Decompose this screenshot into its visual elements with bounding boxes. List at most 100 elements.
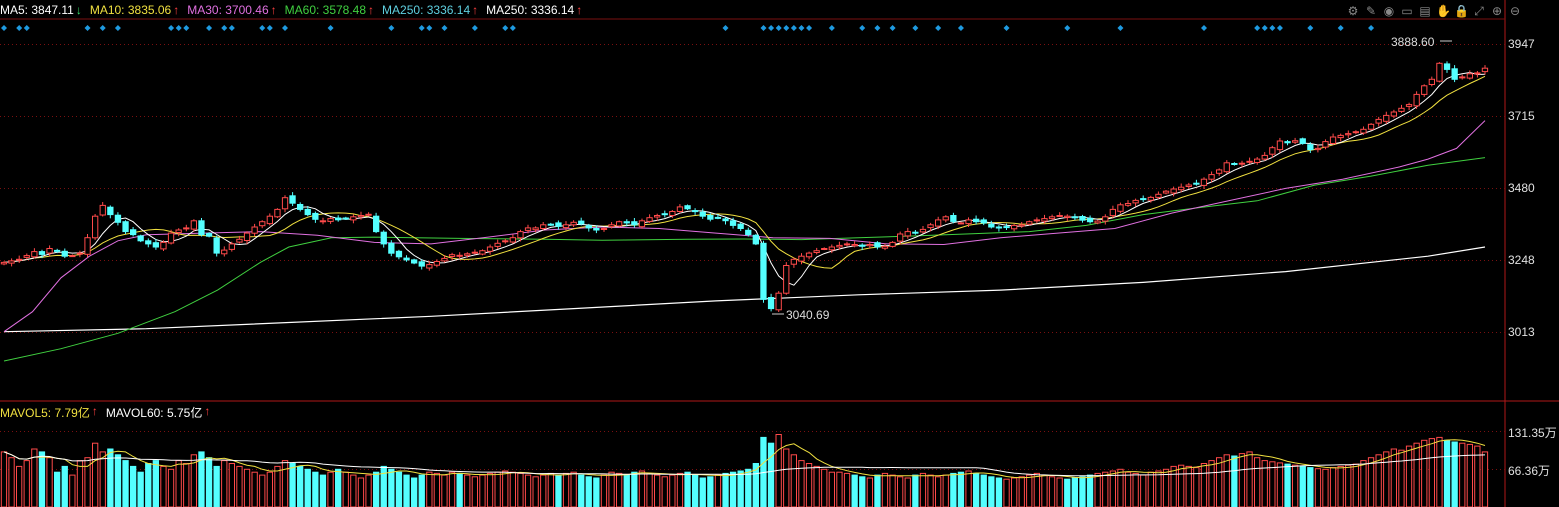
pencil-icon[interactable]: ✎ [1364, 4, 1378, 18]
volume-bar [1200, 463, 1208, 507]
volume-bar [578, 474, 585, 507]
signal-diamond [874, 25, 881, 31]
volume-bar [1481, 451, 1489, 507]
candle-body [988, 223, 995, 228]
volume-bar [1026, 474, 1033, 507]
volume-bar [1360, 460, 1367, 507]
volume-bar [1094, 472, 1101, 507]
volume-bar [912, 474, 919, 507]
volume-bar [1048, 476, 1056, 507]
volume-bar [1216, 457, 1223, 507]
candle-body [965, 219, 972, 225]
candle-body [1436, 62, 1443, 82]
candle-body [327, 218, 334, 222]
candle-body [1466, 73, 1473, 79]
candle-body [1079, 216, 1086, 221]
signal-diamond [889, 25, 896, 31]
signal-diamond [1, 25, 7, 31]
candle-body [1185, 184, 1192, 187]
ma-legend-label: MA30: 3700.46 [187, 3, 269, 17]
calendar-icon[interactable]: ▤ [1418, 4, 1432, 18]
ma250-line [3, 246, 1486, 333]
candle-body [1254, 158, 1261, 164]
volume-bar [54, 471, 61, 507]
volume-bar [494, 471, 501, 507]
candle-body [1299, 138, 1306, 144]
candlestick-chart[interactable] [0, 0, 1559, 507]
eye-icon[interactable]: ◉ [1382, 4, 1396, 18]
candle-body [1208, 174, 1215, 180]
hand-icon[interactable]: ✋ [1436, 4, 1451, 18]
signal-diamond [798, 25, 805, 31]
candle-body [600, 228, 608, 230]
candle-body [593, 228, 600, 231]
signal-diamond [259, 25, 266, 31]
zoom-out-icon[interactable]: ⊖ [1508, 4, 1522, 18]
signal-diamond [806, 25, 813, 31]
candle-body [699, 211, 706, 217]
ma-legend-item: MA5: 3847.11 ↓ [0, 3, 82, 19]
candle-body [1360, 128, 1367, 134]
fullscreen-icon[interactable]: ⤢ [1472, 4, 1486, 18]
volume-bar [1292, 464, 1299, 507]
candle-body [342, 217, 349, 220]
volume-bar [957, 471, 965, 507]
zoom-in-icon[interactable]: ⊕ [1490, 4, 1504, 18]
volume-bar [38, 451, 46, 507]
candle-body [532, 227, 539, 231]
candle-body [623, 221, 630, 224]
lock-icon[interactable]: 🔒 [1454, 4, 1469, 18]
candle-body [1443, 63, 1451, 70]
volume-bar [228, 463, 235, 507]
volume-bar [1398, 449, 1405, 507]
candle-body [540, 224, 547, 230]
volume-bar [274, 465, 281, 507]
volume-bar [722, 472, 729, 507]
volume-bar [1132, 472, 1139, 507]
candle-body [631, 221, 638, 226]
volume-bar [365, 474, 372, 507]
candle-body [1367, 123, 1375, 130]
ma-legend-label: MA10: 3835.06 [89, 3, 172, 17]
volume-bar [479, 474, 486, 507]
volume-bar [684, 471, 691, 507]
signal-diamond [957, 25, 964, 31]
candle-body [760, 242, 767, 300]
volume-bar [1071, 477, 1078, 507]
volume-bar [357, 477, 365, 507]
price-tick-label: 3013 [1508, 324, 1535, 339]
volume-bar [547, 472, 555, 507]
chart-toolbar: ⚙ ✎ ◉ ▭ ▤ ✋ 🔒 ⤢ ⊕ ⊖ [1346, 4, 1522, 18]
volume-bar [281, 460, 289, 507]
vol-legend-label: MAVOL5: 7.79亿 [0, 406, 90, 420]
volume-bar [745, 468, 752, 507]
gear-icon[interactable]: ⚙ [1346, 4, 1360, 18]
vol-legend-label: MAVOL60: 5.75亿 [105, 406, 203, 420]
ma-legend-label: MA250: 3336.14 [382, 3, 471, 17]
volume-bar [441, 474, 448, 507]
candle-body [1170, 188, 1177, 194]
candle-body [357, 215, 365, 218]
candle-body [380, 231, 387, 245]
candle-body [745, 229, 752, 236]
candle-body [919, 228, 927, 233]
volume-bar [1337, 465, 1344, 507]
volume-bar [676, 472, 684, 507]
volume-bar [327, 471, 334, 507]
volume-bar [737, 470, 744, 507]
candle-body [1413, 93, 1420, 107]
signal-diamond [1307, 25, 1314, 31]
window-icon[interactable]: ▭ [1400, 4, 1414, 18]
volume-bar [1041, 474, 1048, 507]
volume-bar [859, 476, 866, 507]
volume-bar [130, 465, 137, 507]
signal-diamond [99, 25, 106, 31]
candle-body [692, 210, 699, 213]
volume-bar [205, 457, 213, 507]
volume-bar [851, 474, 858, 507]
signal-diamond [266, 25, 273, 31]
candle-body [160, 241, 167, 250]
volume-bar [965, 470, 972, 507]
volume-bar [517, 472, 524, 507]
signal-diamond [783, 25, 790, 31]
